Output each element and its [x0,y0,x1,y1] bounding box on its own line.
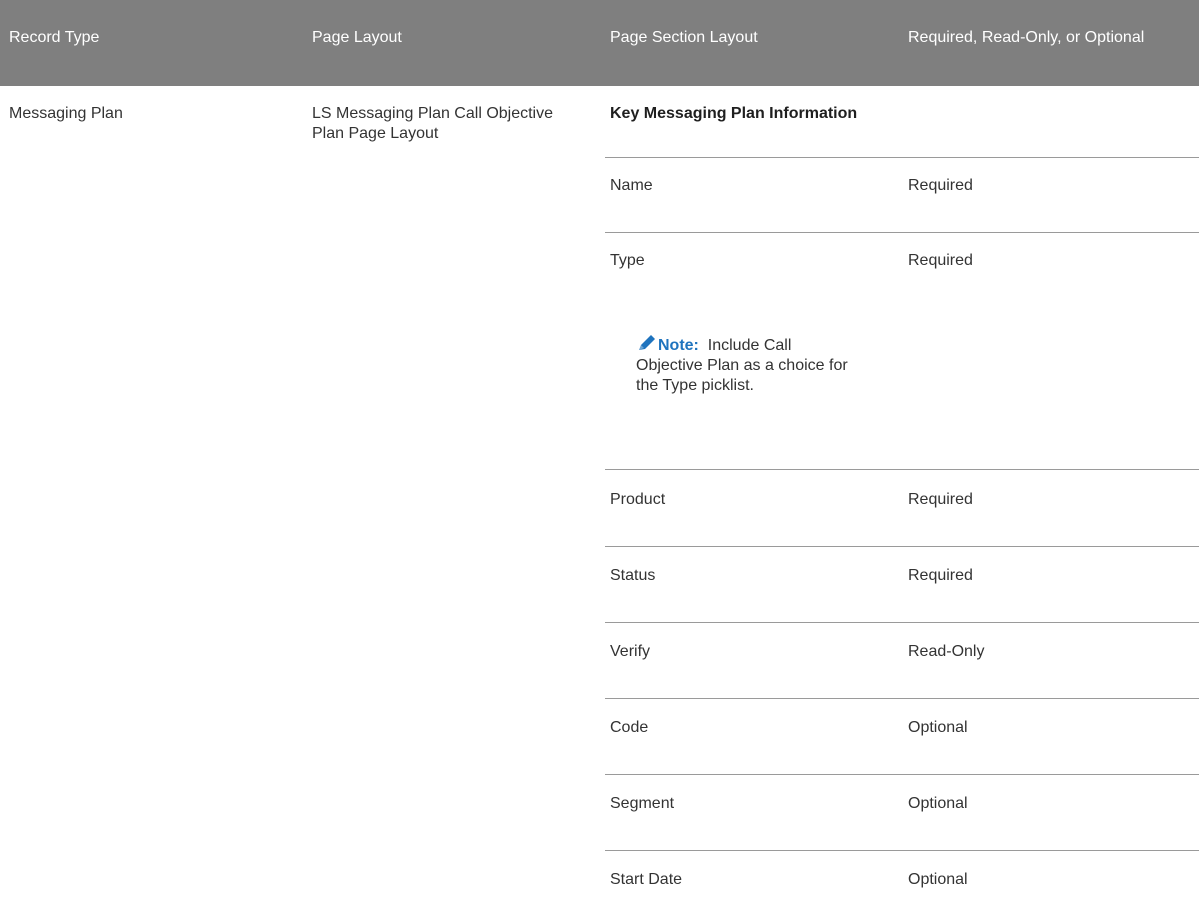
header-page-layout: Page Layout [312,29,402,46]
field-name: Segment [610,795,675,812]
header-record-type: Record Type [9,29,100,46]
field-name: Name [610,177,653,194]
row-divider [605,622,1199,623]
table-header: Record Type Page Layout Page Section Lay… [0,0,1199,86]
pencil-icon [639,335,655,350]
row-divider [605,469,1199,470]
row-divider [605,232,1199,233]
header-page-section-layout: Page Section Layout [610,29,758,46]
row-divider [605,157,1199,158]
note-callout: Note: Include Call Objective Plan as a c… [636,334,856,396]
field-status: Read-Only [908,643,985,660]
header-required-status: Required, Read-Only, or Optional [908,29,1145,46]
field-status: Optional [908,719,968,736]
row-divider [605,774,1199,775]
row-divider [605,546,1199,547]
row-divider [605,698,1199,699]
field-status: Optional [908,795,968,812]
note-label: Note: [658,337,699,354]
page-layout-value: LS Messaging Plan Call Objective Plan Pa… [312,105,554,142]
field-status: Required [908,491,973,508]
record-type-value: Messaging Plan [9,105,123,122]
field-status: Required [908,177,973,194]
row-divider [605,850,1199,851]
field-name: Type [610,252,645,269]
field-name: Verify [610,643,651,660]
field-name: Code [610,719,649,736]
section-title: Key Messaging Plan Information [610,105,858,122]
field-status: Optional [908,871,968,888]
field-name: Start Date [610,871,683,888]
field-name: Status [610,567,656,584]
field-name: Product [610,491,666,508]
field-status: Required [908,567,973,584]
field-status: Required [908,252,973,269]
